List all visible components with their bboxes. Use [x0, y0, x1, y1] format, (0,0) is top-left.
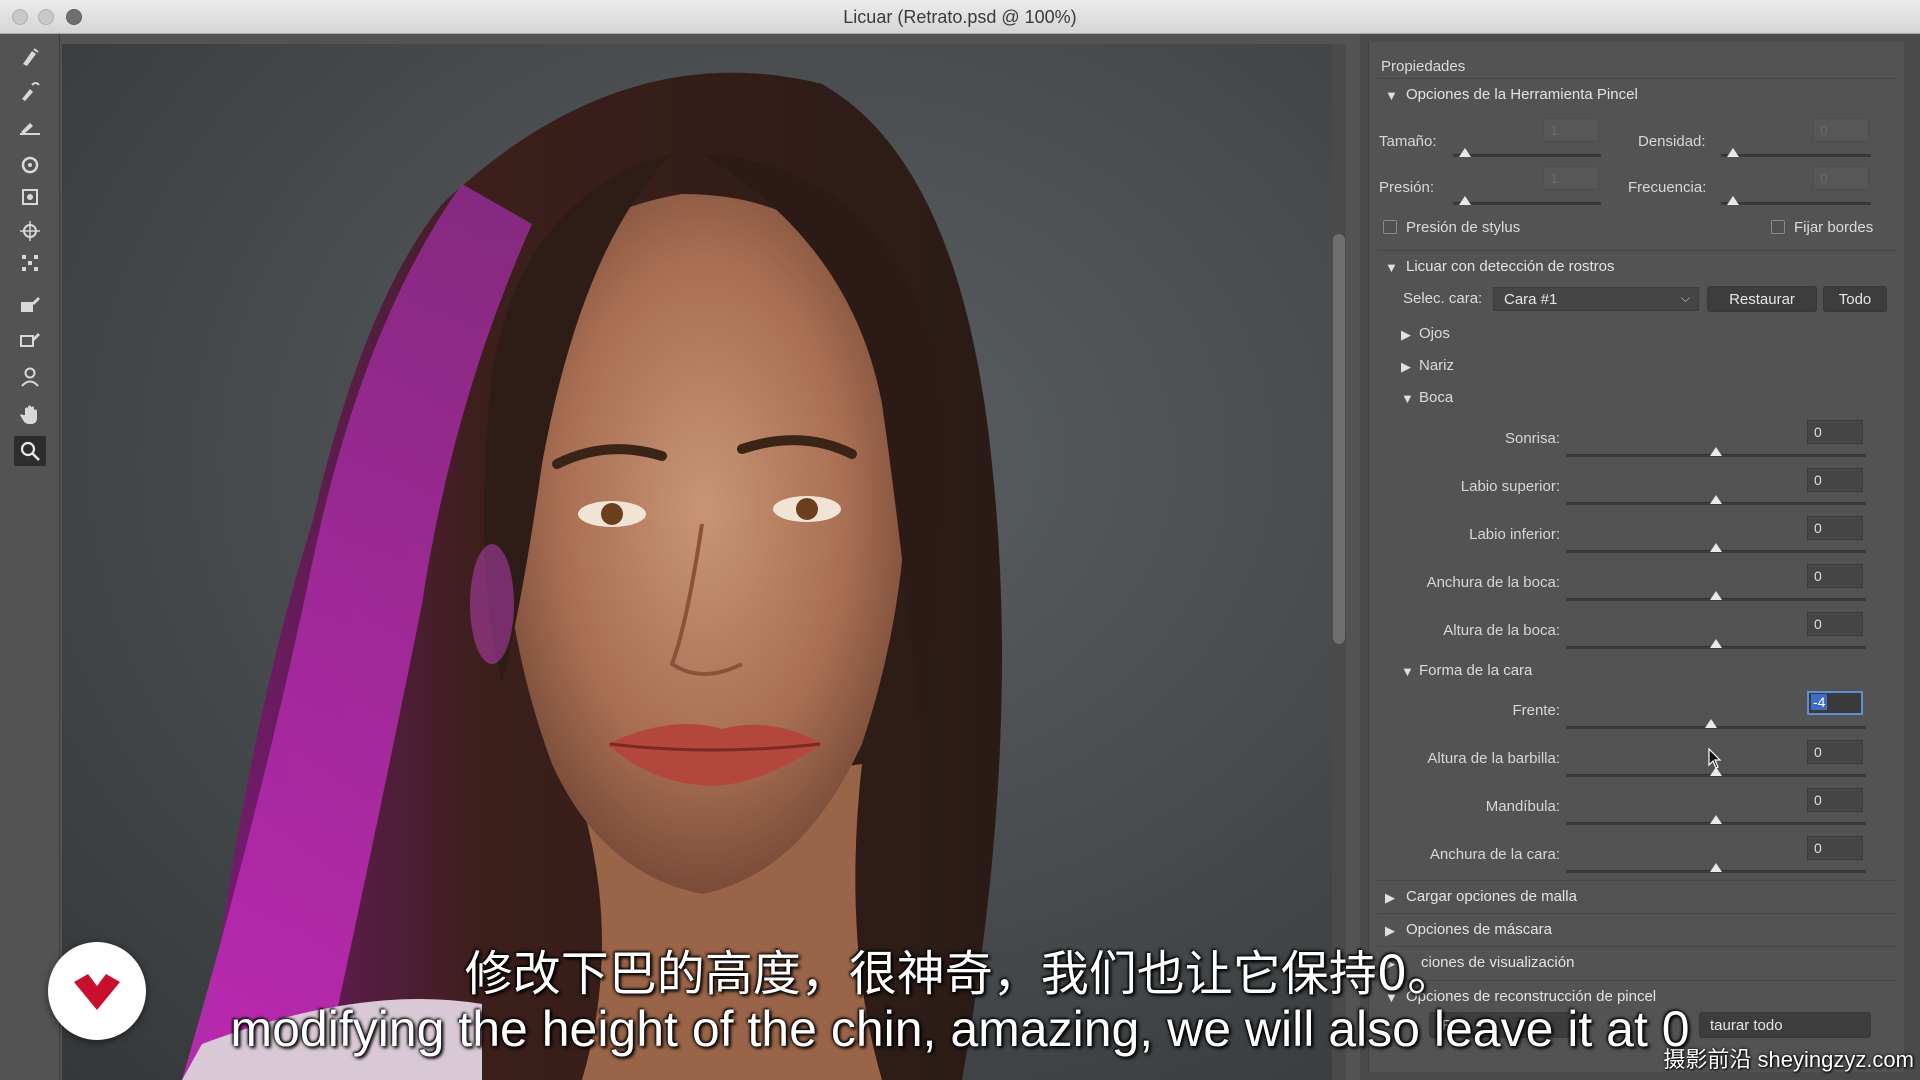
reset-button[interactable]: Restaurar	[1707, 286, 1817, 312]
rate-label: Frecuencia:	[1628, 179, 1707, 196]
face-width-field[interactable]: 0	[1807, 836, 1863, 860]
mouth-width-field[interactable]: 0	[1807, 564, 1863, 588]
jawline-field[interactable]: 0	[1807, 788, 1863, 812]
window-title: Licuar (Retrato.psd @ 100%)	[843, 7, 1077, 27]
mouth-height-field[interactable]: 0	[1807, 612, 1863, 636]
brush-options-header[interactable]: ▼ Opciones de la Herramienta Pincel	[1377, 78, 1897, 108]
properties-panel: Propiedades ▼ Opciones de la Herramienta…	[1360, 34, 1920, 1080]
collapsed-triangle-icon: ▶	[1401, 359, 1411, 374]
mouth-width-slider-knob[interactable]	[1710, 591, 1722, 600]
pin-edges-label: Fijar bordes	[1794, 219, 1874, 236]
load-mesh-options-header[interactable]: ▶ Cargar opciones de malla	[1377, 880, 1897, 910]
pucker-tool-icon[interactable]	[14, 182, 46, 212]
density-slider-knob[interactable]	[1727, 148, 1739, 157]
collapsed-triangle-icon: ▶	[1401, 327, 1411, 342]
face-width-slider-knob[interactable]	[1710, 863, 1722, 872]
density-slider[interactable]	[1721, 154, 1871, 157]
pressure-slider[interactable]	[1453, 202, 1601, 205]
mouth-height-slider-knob[interactable]	[1710, 639, 1722, 648]
upper-lip-slider-knob[interactable]	[1710, 495, 1722, 504]
lower-lip-slider-knob[interactable]	[1710, 543, 1722, 552]
bloat-tool-icon[interactable]	[14, 216, 46, 246]
jawline-label: Mandíbula:	[1485, 798, 1560, 815]
pressure-slider-knob[interactable]	[1459, 196, 1471, 205]
forward-warp-tool-icon[interactable]	[14, 42, 46, 72]
freeze-mask-tool-icon[interactable]	[14, 290, 46, 320]
smile-field[interactable]: 0	[1807, 420, 1863, 444]
title-bar: Licuar (Retrato.psd @ 100%)	[0, 0, 1920, 34]
rate-slider[interactable]	[1721, 202, 1871, 205]
stylus-pressure-label: Presión de stylus	[1406, 219, 1521, 236]
rate-slider-knob[interactable]	[1727, 196, 1739, 205]
reset-all-faces-button[interactable]: Todo	[1823, 286, 1887, 312]
density-field[interactable]: 0	[1813, 118, 1869, 142]
forehead-label: Frente:	[1512, 702, 1560, 719]
size-field[interactable]: 1	[1543, 118, 1599, 142]
subtitle-english: modifying the height of the chin, amazin…	[230, 1001, 1690, 1057]
smile-slider-knob[interactable]	[1710, 447, 1722, 456]
density-label: Densidad:	[1638, 133, 1706, 150]
upper-lip-field[interactable]: 0	[1807, 468, 1863, 492]
face-tool-icon[interactable]	[14, 362, 46, 392]
face-aware-header[interactable]: ▼ Licuar con detección de rostros	[1377, 250, 1897, 280]
rate-field[interactable]: 0	[1813, 166, 1869, 190]
expanded-triangle-icon: ▼	[1401, 664, 1414, 679]
forehead-field[interactable]: -4	[1807, 691, 1863, 715]
jawline-slider-knob[interactable]	[1710, 815, 1722, 824]
reconstruct-tool-icon[interactable]	[14, 76, 46, 106]
smile-label: Sonrisa:	[1504, 430, 1560, 447]
expanded-triangle-icon: ▼	[1385, 88, 1398, 103]
stylus-pressure-checkbox[interactable]	[1383, 220, 1397, 234]
subtitle-chinese: 修改下巴的高度，很神奇，我们也让它保持0。	[464, 946, 1456, 1002]
face-width-label: Anchura de la cara:	[1429, 846, 1560, 863]
twirl-tool-icon[interactable]	[14, 150, 46, 180]
forehead-slider-knob[interactable]	[1705, 719, 1717, 728]
pressure-label: Presión:	[1379, 179, 1435, 196]
collapsed-triangle-icon: ▶	[1385, 890, 1395, 905]
pressure-field[interactable]: 1	[1543, 166, 1599, 190]
size-slider-knob[interactable]	[1459, 148, 1471, 157]
watermark: 摄影前沿 sheyingzyz.com	[1663, 1047, 1914, 1072]
zoom-tool-icon[interactable]	[14, 436, 46, 466]
size-slider[interactable]	[1453, 154, 1601, 157]
mouse-cursor-icon	[1708, 748, 1722, 769]
hand-tool-icon[interactable]	[14, 400, 46, 430]
smooth-tool-icon[interactable]	[14, 110, 46, 140]
panel-title: Propiedades	[1381, 58, 1466, 75]
pin-edges-checkbox[interactable]	[1771, 220, 1785, 234]
tools-panel	[0, 34, 60, 1080]
lower-lip-label: Labio inferior:	[1469, 526, 1560, 543]
select-face-dropdown[interactable]: Cara #1 ⌵	[1493, 287, 1699, 311]
expanded-triangle-icon: ▼	[1385, 260, 1398, 275]
lower-lip-field[interactable]: 0	[1807, 516, 1863, 540]
push-left-tool-icon[interactable]	[14, 248, 46, 278]
chin-height-field[interactable]: 0	[1807, 740, 1863, 764]
mouth-width-label: Anchura de la boca:	[1426, 574, 1560, 591]
size-label: Tamaño:	[1379, 133, 1437, 150]
expanded-triangle-icon: ▼	[1401, 391, 1414, 406]
thaw-mask-tool-icon[interactable]	[14, 324, 46, 354]
chevron-down-icon: ⌵	[1680, 291, 1690, 305]
canvas-area[interactable]	[60, 34, 1360, 1080]
canvas-scroll-thumb[interactable]	[1333, 234, 1345, 644]
select-face-label: Selec. cara:	[1403, 290, 1483, 307]
chin-height-label: Altura de la barbilla:	[1427, 750, 1560, 767]
mouth-height-label: Altura de la boca:	[1443, 622, 1560, 639]
portrait-image[interactable]	[62, 44, 1332, 1080]
upper-lip-label: Labio superior:	[1460, 478, 1560, 495]
